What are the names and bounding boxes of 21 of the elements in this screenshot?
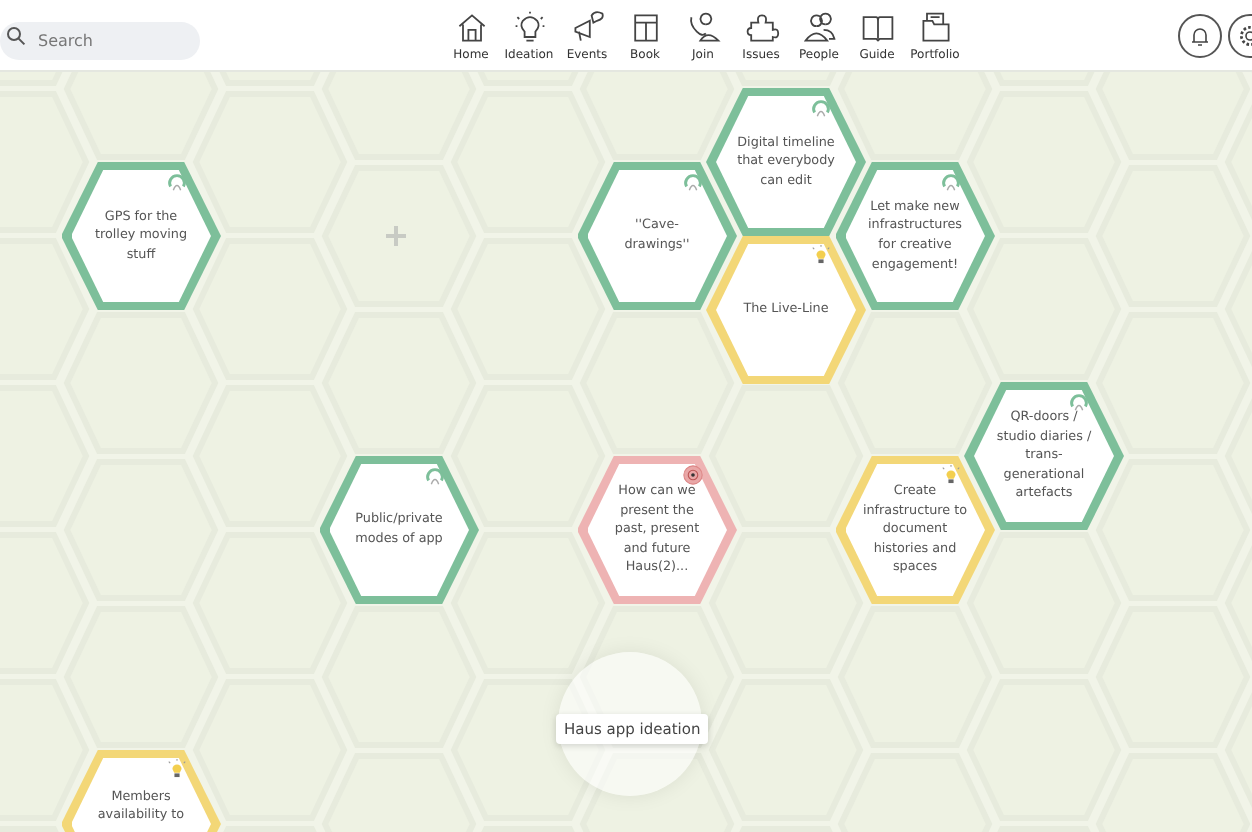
search-icon <box>6 25 26 45</box>
folder-icon <box>917 9 953 45</box>
bell-icon <box>1188 24 1212 48</box>
lightbulb-icon <box>939 464 961 486</box>
user-icon <box>810 96 832 118</box>
house-icon <box>453 9 489 45</box>
user-icon <box>423 464 445 486</box>
user-icon <box>681 170 703 192</box>
user-icon <box>939 170 961 192</box>
lightbulb-icon <box>810 244 832 266</box>
user-icon <box>165 170 187 192</box>
person-with-phone-icon <box>685 9 721 45</box>
user-icon <box>1068 390 1090 412</box>
lightbulb-icon <box>511 9 547 45</box>
notifications-button[interactable] <box>1178 14 1222 58</box>
puzzle-icon <box>743 9 779 45</box>
target-icon <box>681 464 703 486</box>
search-field[interactable]: Search <box>0 22 200 60</box>
megaphone-icon <box>569 9 605 45</box>
lightbulb-icon <box>165 758 187 780</box>
people-icon <box>801 9 837 45</box>
